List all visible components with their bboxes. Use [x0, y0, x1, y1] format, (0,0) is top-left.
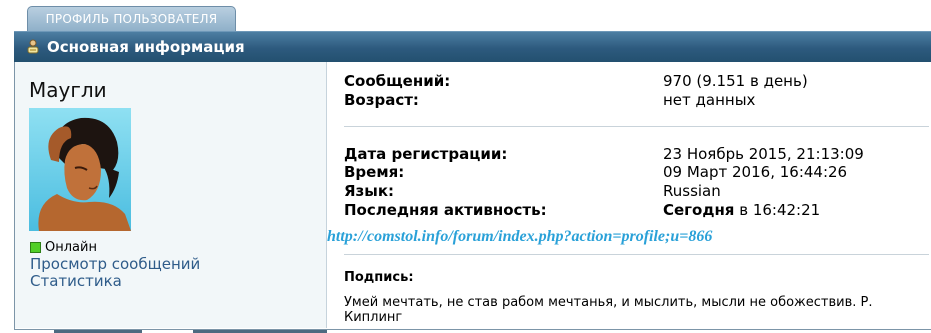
- online-label: Онлайн: [45, 240, 97, 255]
- messages-value: 970 (9.151 в день): [663, 72, 808, 90]
- registered-row: Дата регистрации: 23 Ноябрь 2015, 21:13:…: [344, 145, 924, 163]
- last-active-label: Последняя активность:: [344, 201, 547, 219]
- avatar: [29, 108, 131, 231]
- profile-panel: Маугли Онлайн Просмотр сообщений Статист…: [14, 62, 931, 330]
- messages-label: Сообщений:: [344, 72, 451, 90]
- online-status: Онлайн: [30, 240, 97, 255]
- signature-divider: [344, 254, 929, 255]
- last-active-day: Сегодня: [663, 201, 735, 219]
- last-active-value: Сегодня в 16:42:21: [663, 201, 820, 219]
- language-row: Язык: Russian: [344, 182, 924, 200]
- language-label: Язык:: [344, 182, 395, 200]
- user-icon: [25, 39, 41, 55]
- registered-value: 23 Ноябрь 2015, 21:13:09: [663, 145, 864, 163]
- statistics-link[interactable]: Статистика: [30, 272, 122, 290]
- time-value: 09 Март 2016, 16:44:26: [663, 163, 848, 181]
- last-active-time: в 16:42:21: [734, 201, 821, 219]
- section-title: Основная информация: [47, 38, 245, 56]
- username: Маугли: [29, 78, 107, 102]
- language-value: Russian: [663, 182, 721, 200]
- signature-text: Умей мечтать, не став рабом мечтанья, и …: [344, 295, 873, 325]
- registered-label: Дата регистрации:: [344, 145, 508, 163]
- section-header: Основная информация: [14, 31, 931, 62]
- tab-user-profile[interactable]: ПРОФИЛЬ ПОЛЬЗОВАТЕЛЯ: [27, 6, 236, 31]
- last-active-row: Последняя активность: Сегодня в 16:42:21: [344, 201, 924, 219]
- divider: [344, 126, 929, 127]
- tab-label: ПРОФИЛЬ ПОЛЬЗОВАТЕЛЯ: [45, 12, 218, 26]
- view-messages-link[interactable]: Просмотр сообщений: [30, 255, 200, 273]
- age-label: Возраст:: [344, 91, 419, 109]
- watermark-url: http://comstol.info/forum/index.php?acti…: [327, 228, 713, 245]
- online-indicator-icon: [30, 242, 41, 253]
- time-row: Время: 09 Март 2016, 16:44:26: [344, 163, 924, 181]
- signature-label: Подпись:: [344, 270, 414, 285]
- profile-details: Сообщений: 970 (9.151 в день) Возраст: н…: [327, 62, 930, 328]
- age-value: нет данных: [663, 91, 756, 109]
- tab-strip: ПРОФИЛЬ ПОЛЬЗОВАТЕЛЯ: [0, 0, 931, 31]
- user-card: Маугли Онлайн Просмотр сообщений Статист…: [15, 62, 327, 328]
- messages-row: Сообщений: 970 (9.151 в день): [344, 72, 924, 90]
- age-row: Возраст: нет данных: [344, 91, 924, 109]
- time-label: Время:: [344, 163, 405, 181]
